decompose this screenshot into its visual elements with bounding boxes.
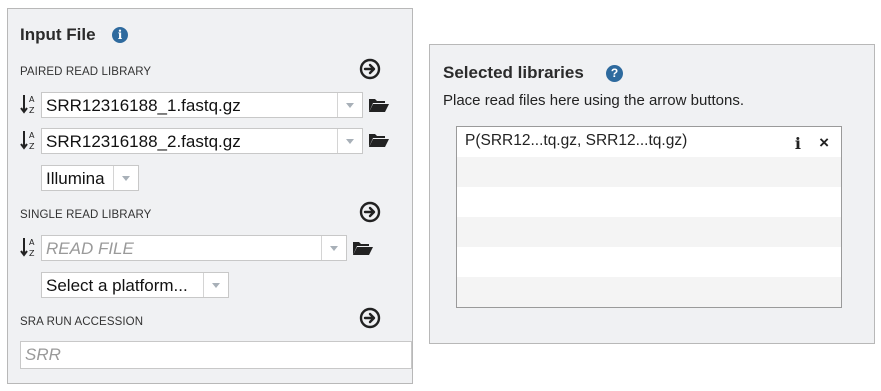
svg-text:Z: Z (29, 106, 35, 115)
sort-alpha-down-icon[interactable]: A Z (19, 129, 39, 151)
selected-libraries-title: Selected libraries (443, 63, 584, 82)
folder-open-icon[interactable] (352, 240, 374, 256)
single-read-library-label: SINGLE READ LIBRARY (20, 209, 152, 221)
empty-row (457, 217, 841, 247)
paired-read2-value: SRR12316188_2.fastq.gz (46, 132, 241, 151)
sra-run-accession-label: SRA RUN ACCESSION (20, 316, 144, 328)
close-icon[interactable]: × (819, 133, 829, 153)
svg-text:Z: Z (29, 142, 35, 151)
paired-platform-value: Illumina (46, 169, 105, 188)
paired-read1-value: SRR12316188_1.fastq.gz (46, 96, 241, 115)
chevron-down-icon[interactable] (337, 93, 362, 117)
empty-row (457, 247, 841, 277)
paired-read2-select[interactable]: SRR12316188_2.fastq.gz (41, 128, 363, 154)
svg-text:Z: Z (29, 249, 35, 258)
chevron-down-icon[interactable] (337, 129, 362, 153)
folder-open-icon[interactable] (368, 97, 390, 113)
input-file-title: Input File (20, 25, 96, 44)
sra-placeholder: SRR (25, 345, 61, 364)
chevron-down-icon[interactable] (321, 236, 346, 260)
paired-platform-select[interactable]: Illumina (41, 165, 139, 191)
chevron-down-icon[interactable] (113, 166, 138, 190)
add-paired-arrow-icon[interactable] (359, 58, 381, 80)
svg-text:A: A (29, 95, 35, 104)
empty-row (457, 157, 841, 187)
svg-text:A: A (29, 131, 35, 140)
selected-libraries-panel: Selected libraries ? Place read files he… (429, 44, 875, 344)
info-icon[interactable]: i (112, 27, 128, 43)
single-platform-select[interactable]: Select a platform... (41, 272, 229, 298)
info-icon[interactable]: i (795, 134, 801, 153)
input-file-panel: Input File i PAIRED READ LIBRARY A Z SRR… (7, 8, 413, 384)
paired-read-library-label: PAIRED READ LIBRARY (20, 66, 152, 78)
paired-read1-select[interactable]: SRR12316188_1.fastq.gz (41, 92, 363, 118)
sort-alpha-down-icon[interactable]: A Z (19, 236, 39, 258)
empty-row (457, 277, 841, 307)
add-single-arrow-icon[interactable] (359, 201, 381, 223)
chevron-down-icon[interactable] (203, 273, 228, 297)
empty-row (457, 187, 841, 217)
library-label: P(SRR12...tq.gz, SRR12...tq.gz) (465, 132, 688, 149)
single-read-select[interactable]: READ FILE (41, 235, 347, 261)
help-icon[interactable]: ? (606, 65, 623, 82)
add-sra-arrow-icon[interactable] (359, 307, 381, 329)
list-item[interactable]: P(SRR12...tq.gz, SRR12...tq.gz) i × (457, 127, 841, 157)
selected-libraries-subtitle: Place read files here using the arrow bu… (443, 92, 745, 109)
single-platform-value: Select a platform... (46, 276, 188, 295)
svg-text:A: A (29, 238, 35, 247)
sort-alpha-down-icon[interactable]: A Z (19, 93, 39, 115)
selected-libraries-list: P(SRR12...tq.gz, SRR12...tq.gz) i × (456, 126, 842, 308)
sra-accession-input[interactable]: SRR (20, 341, 412, 369)
single-read-placeholder: READ FILE (46, 239, 134, 258)
folder-open-icon[interactable] (368, 132, 390, 148)
